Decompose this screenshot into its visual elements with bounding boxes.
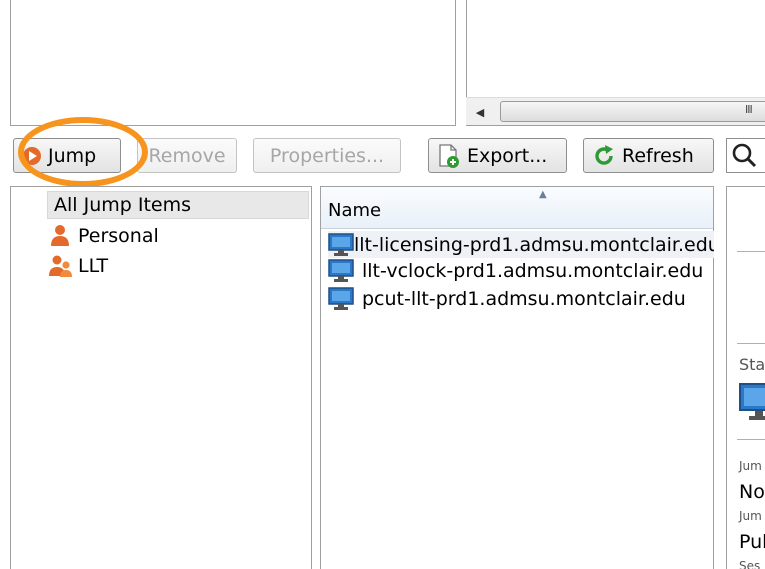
computer-icon <box>328 258 362 283</box>
details-divider <box>737 343 765 344</box>
session-field-label: Ses <box>739 559 761 569</box>
export-icon <box>437 143 461 169</box>
list-item-label: llt-vclock-prd1.admsu.montclair.edu <box>362 259 704 282</box>
export-button-label: Export... <box>467 144 548 167</box>
group-icon <box>48 254 78 278</box>
properties-button[interactable]: Properties... <box>253 138 401 173</box>
column-header-name[interactable]: ▲ Name <box>321 187 713 229</box>
scroll-grip: III <box>745 103 753 116</box>
list-item[interactable]: llt-licensing-prd1.admsu.montclair.edu <box>328 231 714 258</box>
person-icon <box>48 224 78 248</box>
list-item[interactable]: pcut-llt-prd1.admsu.montclair.edu <box>328 285 714 312</box>
jump-button[interactable]: Jump <box>13 138 121 173</box>
play-icon <box>22 146 42 166</box>
jump-field-value: Not <box>739 481 765 503</box>
tree-item-all-jump-items[interactable]: All Jump Items <box>47 191 309 219</box>
details-pane: Sta Jum Not Jum Pub Ses <box>726 186 765 569</box>
list-item-label: pcut-llt-prd1.admsu.montclair.edu <box>362 287 686 310</box>
jump-field-value: Pub <box>739 531 765 553</box>
jump-field-label: Jum <box>739 459 762 473</box>
details-divider <box>737 251 765 252</box>
tree-item-personal[interactable]: Personal <box>48 222 159 250</box>
tree-item-llt[interactable]: LLT <box>48 252 108 280</box>
details-divider <box>737 439 765 440</box>
refresh-icon <box>592 144 616 168</box>
refresh-button[interactable]: Refresh <box>583 138 714 173</box>
tree-item-label: LLT <box>78 255 109 277</box>
search-icon[interactable] <box>731 142 761 175</box>
export-button[interactable]: Export... <box>428 138 567 173</box>
sort-ascending-icon: ▲ <box>539 189 547 200</box>
list-item[interactable]: llt-vclock-prd1.admsu.montclair.edu <box>328 257 714 284</box>
status-label: Sta <box>739 355 765 374</box>
remove-button-label: Remove <box>148 144 226 167</box>
column-header-label: Name <box>328 200 382 221</box>
remove-button[interactable]: Remove <box>137 138 237 173</box>
horizontal-scrollbar[interactable]: ◀ III <box>466 97 765 125</box>
top-left-pane <box>10 0 456 126</box>
jump-field-label: Jum <box>739 509 762 523</box>
scroll-left-arrow-icon[interactable]: ◀ <box>468 101 492 123</box>
jump-button-label: Jump <box>48 144 97 167</box>
search-box[interactable] <box>726 138 765 173</box>
tree-item-label: All Jump Items <box>54 194 191 216</box>
properties-button-label: Properties... <box>269 144 385 167</box>
refresh-button-label: Refresh <box>622 144 694 167</box>
tree-item-label: Personal <box>78 225 159 247</box>
list-item-label: llt-licensing-prd1.admsu.montclair.edu <box>354 233 714 256</box>
status-computer-icon <box>739 383 765 428</box>
jump-groups-tree: All Jump Items Personal LLT <box>10 186 312 569</box>
computer-icon <box>328 232 354 257</box>
scroll-thumb[interactable]: III <box>500 101 765 122</box>
jump-items-list: ▲ Name llt-licensing-prd1.admsu.montclai… <box>320 186 714 569</box>
computer-icon <box>328 286 362 311</box>
